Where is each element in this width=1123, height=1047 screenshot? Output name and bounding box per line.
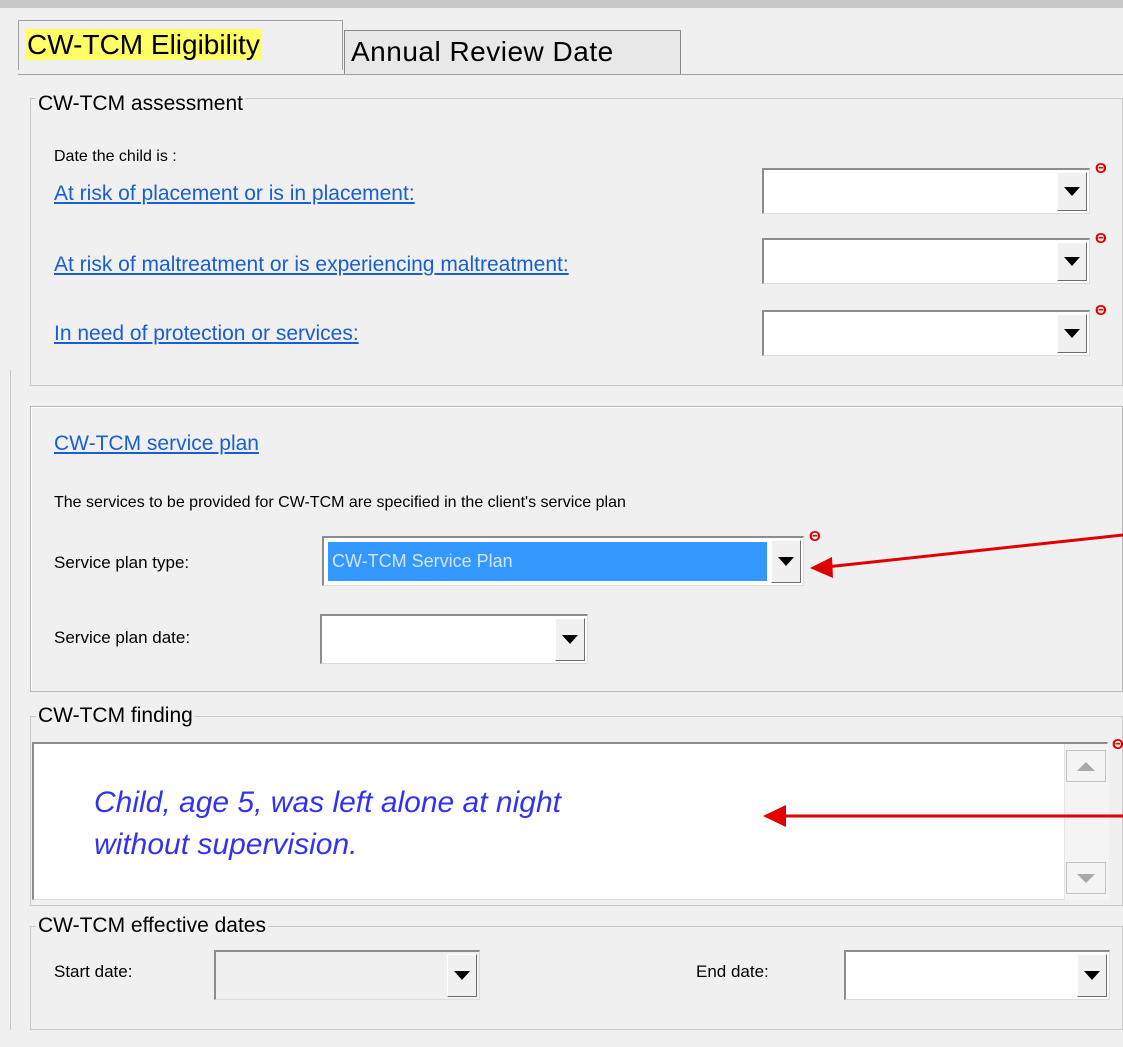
annotation-arrow-finding [763,805,1123,827]
annotation-overlay [763,533,1123,827]
tab-cw-tcm-eligibility[interactable]: CW-TCM Eligibility [18,20,343,70]
annotation-arrow-service-plan [810,533,1123,578]
tab-label-eligibility: CW-TCM Eligibility [25,29,262,60]
